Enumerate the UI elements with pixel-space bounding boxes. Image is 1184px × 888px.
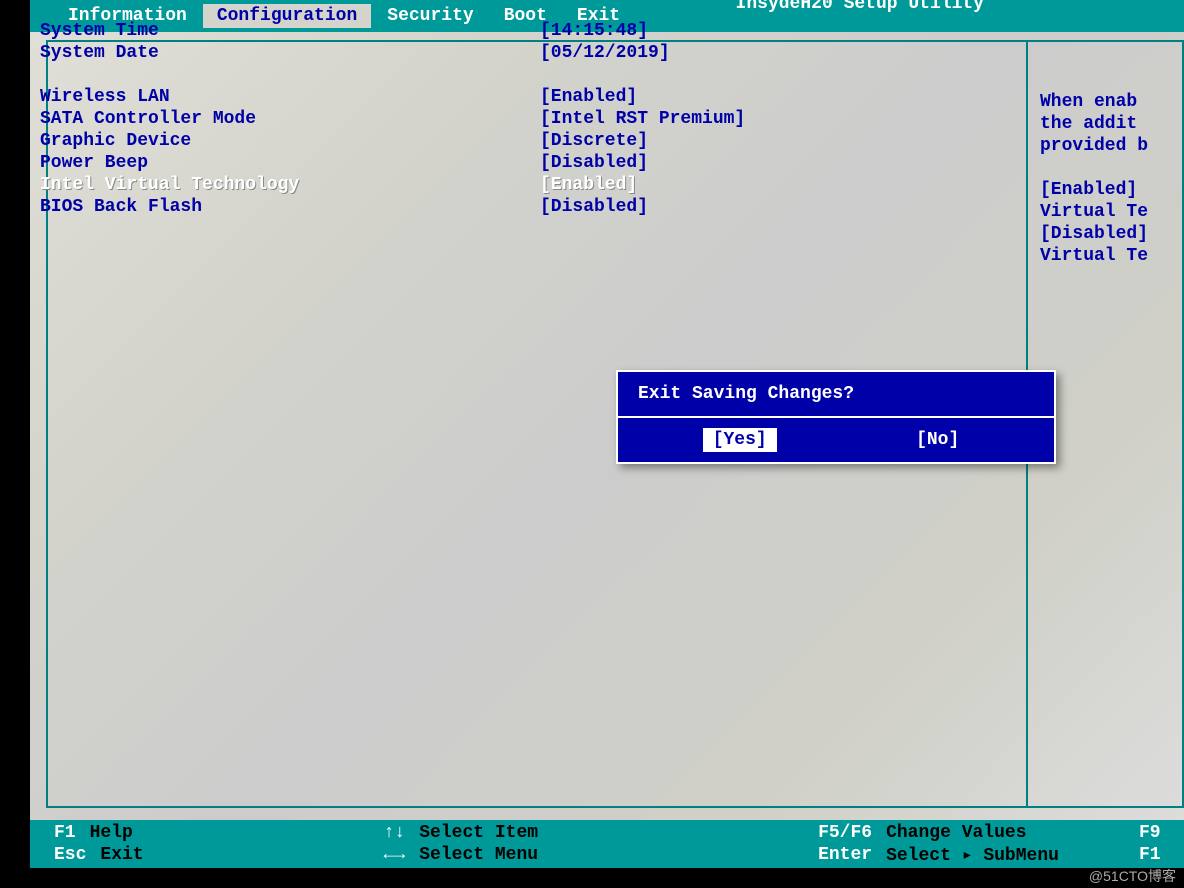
dialog-no-button[interactable]: [No] xyxy=(906,428,969,452)
footer-col-4: F9 F1 xyxy=(1139,822,1175,866)
setting-label: BIOS Back Flash xyxy=(40,197,540,217)
footer-hint: Esc Exit xyxy=(54,844,144,866)
setting-system-time[interactable]: System Time [14:15:48] xyxy=(40,20,1000,42)
help-line xyxy=(1040,158,1184,180)
help-panel: When enab the addit provided b [Enabled]… xyxy=(1040,70,1184,268)
footer-action: Exit xyxy=(100,845,143,865)
footer-key: F9 xyxy=(1139,823,1161,843)
setting-graphic-device[interactable]: Graphic Device [Discrete] xyxy=(40,130,1000,152)
footer-bar: F1 Help Esc Exit ↑↓ Select Item ←→ Selec… xyxy=(30,820,1184,868)
help-line: When enab xyxy=(1040,92,1184,114)
footer-key: F1 xyxy=(1139,845,1161,865)
setting-value: [14:15:48] xyxy=(540,21,648,41)
footer-col-2: ↑↓ Select Item ←→ Select Menu xyxy=(384,822,538,866)
bios-title: InsydeH20 Setup Utility xyxy=(736,0,984,14)
setting-power-beep[interactable]: Power Beep [Disabled] xyxy=(40,152,1000,174)
blank-row xyxy=(40,64,1000,86)
footer-hint: ↑↓ Select Item xyxy=(384,822,538,844)
footer-action: Select Item xyxy=(419,823,538,843)
setting-value: [Enabled] xyxy=(540,175,637,195)
setting-label: Intel Virtual Technology xyxy=(40,175,540,195)
setting-intel-vt[interactable]: Intel Virtual Technology [Enabled] xyxy=(40,174,1000,196)
watermark: @51CTO博客 xyxy=(1089,866,1176,886)
exit-dialog: Exit Saving Changes? [Yes] [No] xyxy=(616,370,1056,464)
footer-col-1: F1 Help Esc Exit xyxy=(54,822,144,866)
footer-key: F5/F6 xyxy=(818,823,872,843)
footer-key: ↑↓ xyxy=(384,823,406,843)
setting-label: System Date xyxy=(40,43,540,63)
help-line: the addit xyxy=(1040,114,1184,136)
footer-action: Select ▸ SubMenu xyxy=(886,844,1059,866)
footer-hint: F9 xyxy=(1139,822,1175,844)
help-line: provided b xyxy=(1040,136,1184,158)
help-line: Virtual Te xyxy=(1040,246,1184,268)
footer-hint: F1 xyxy=(1139,844,1175,866)
footer-action: Help xyxy=(90,823,133,843)
dialog-title: Exit Saving Changes? xyxy=(618,372,1054,418)
footer-action: Select Menu xyxy=(419,845,538,865)
footer-hint: ←→ Select Menu xyxy=(384,844,538,866)
setting-label: System Time xyxy=(40,21,540,41)
footer-col-3: F5/F6 Change Values Enter Select ▸ SubMe… xyxy=(818,822,1059,866)
footer-key: ←→ xyxy=(384,845,406,865)
setting-value: [Enabled] xyxy=(540,87,637,107)
footer-hint: F1 Help xyxy=(54,822,144,844)
footer-hint: F5/F6 Change Values xyxy=(818,822,1059,844)
help-line xyxy=(1040,70,1184,92)
setting-value: [Discrete] xyxy=(540,131,648,151)
setting-sata-controller[interactable]: SATA Controller Mode [Intel RST Premium] xyxy=(40,108,1000,130)
dialog-buttons: [Yes] [No] xyxy=(618,418,1054,462)
footer-key: Enter xyxy=(818,845,872,865)
dialog-yes-button[interactable]: [Yes] xyxy=(703,428,777,452)
help-line: [Enabled] xyxy=(1040,180,1184,202)
setting-system-date[interactable]: System Date [05/12/2019] xyxy=(40,42,1000,64)
screen-bezel xyxy=(0,0,30,888)
help-line: [Disabled] xyxy=(1040,224,1184,246)
setting-value: [Disabled] xyxy=(540,197,648,217)
setting-value: [05/12/2019] xyxy=(540,43,670,63)
setting-value: [Disabled] xyxy=(540,153,648,173)
footer-action: Change Values xyxy=(886,823,1026,843)
help-line: Virtual Te xyxy=(1040,202,1184,224)
footer-hint: Enter Select ▸ SubMenu xyxy=(818,844,1059,866)
footer-key: F1 xyxy=(54,823,76,843)
footer-key: Esc xyxy=(54,845,86,865)
bios-screen: InsydeH20 Setup Utility Information Conf… xyxy=(30,0,1184,868)
setting-bios-back-flash[interactable]: BIOS Back Flash [Disabled] xyxy=(40,196,1000,218)
setting-label: Wireless LAN xyxy=(40,87,540,107)
setting-wireless-lan[interactable]: Wireless LAN [Enabled] xyxy=(40,86,1000,108)
setting-label: SATA Controller Mode xyxy=(40,109,540,129)
setting-label: Power Beep xyxy=(40,153,540,173)
setting-value: [Intel RST Premium] xyxy=(540,109,745,129)
setting-label: Graphic Device xyxy=(40,131,540,151)
settings-panel: System Time [14:15:48] System Date [05/1… xyxy=(40,20,1000,218)
